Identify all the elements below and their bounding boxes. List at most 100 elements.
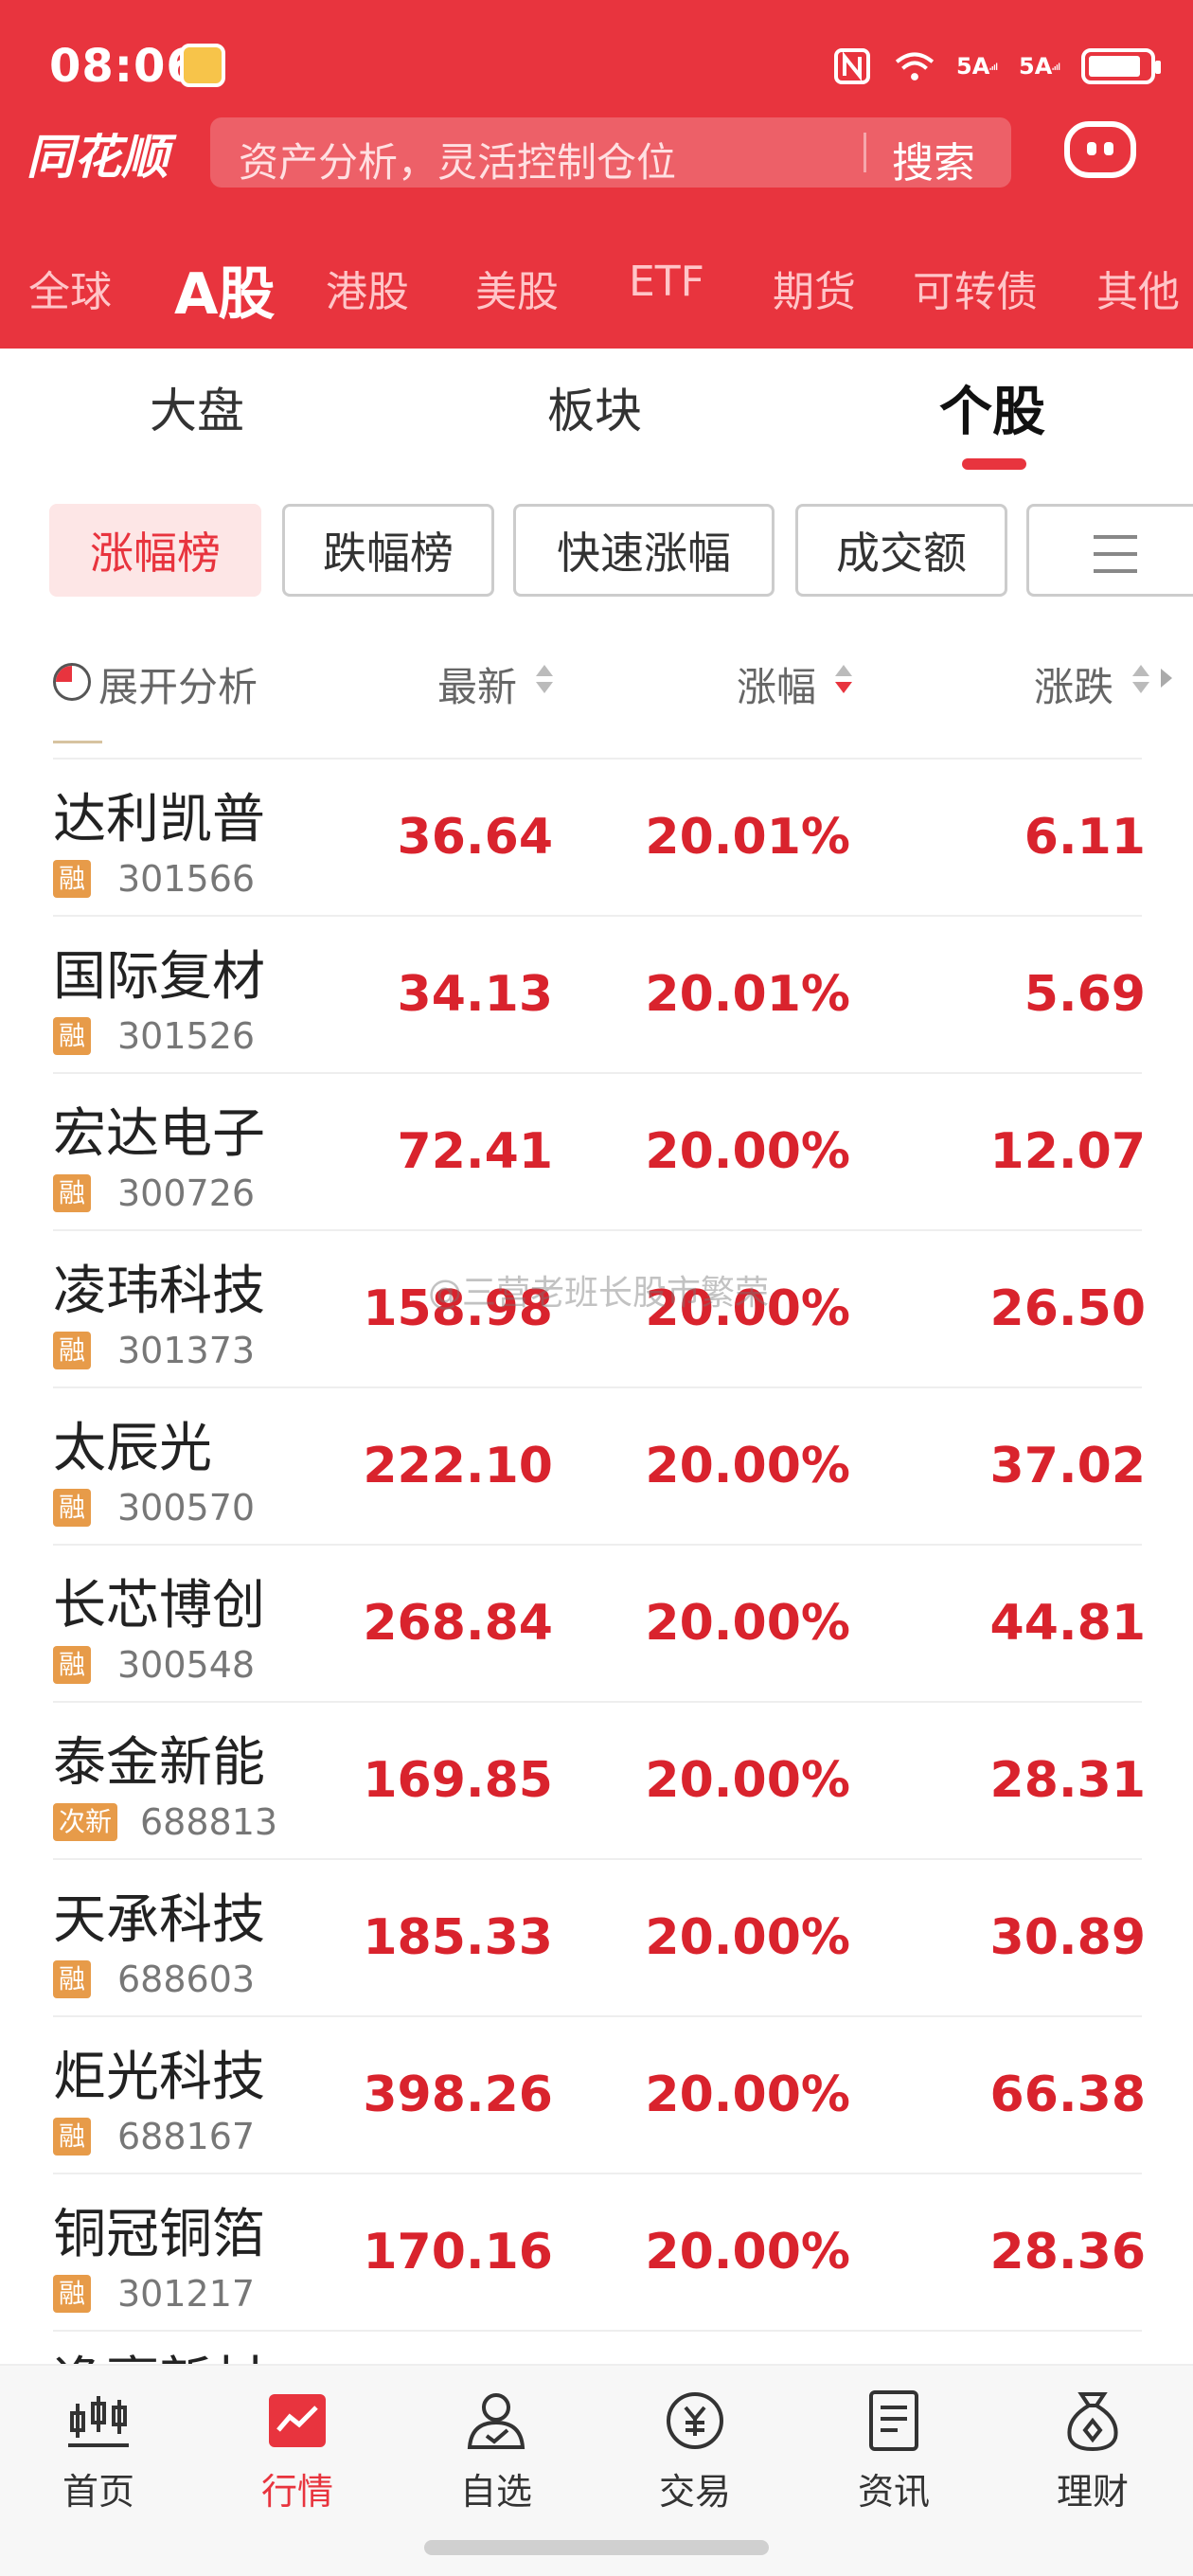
table-row[interactable]: 天承科技 融 688603 185.33 20.00% 30.89: [0, 1860, 1193, 2017]
tab-us-stocks[interactable]: 美股: [475, 258, 559, 318]
table-row[interactable]: 太辰光 融 300570 222.10 20.00% 37.02: [0, 1388, 1193, 1546]
nav-label: 首页: [62, 2471, 134, 2513]
nav-trade[interactable]: 交易: [629, 2390, 761, 2513]
stock-change: 28.31: [989, 1752, 1146, 1809]
market-tabs: 全球 A股 港股 美股 ETF 期货 可转债 其他: [0, 248, 1193, 328]
margin-badge: 融: [53, 1489, 92, 1527]
expand-analysis-label[interactable]: 展开分析: [98, 655, 258, 713]
tab-hk-stocks[interactable]: 港股: [326, 258, 409, 318]
stock-name: 长芯博创: [53, 1575, 265, 1637]
sort-change-pct-icon[interactable]: [835, 665, 852, 703]
table-row[interactable]: 国际复材 融 301526 34.13 20.01% 5.69: [0, 917, 1193, 1074]
stock-price: 185.33: [363, 1909, 553, 1966]
stock-code: 301373: [117, 1330, 256, 1371]
table-row[interactable]: 长芯博创 融 300548 268.84 20.00% 44.81: [0, 1546, 1193, 1703]
nav-home[interactable]: 首页: [32, 2390, 165, 2513]
table-row[interactable]: 泰金新能 次新 688813 169.85 20.00% 28.31: [0, 1703, 1193, 1860]
search-divider: [864, 133, 866, 172]
stock-change: 12.07: [989, 1123, 1146, 1180]
stock-change-pct: 20.00%: [645, 2066, 850, 2123]
tab-etf[interactable]: ETF: [629, 258, 704, 306]
tab-a-shares[interactable]: A股: [174, 248, 275, 331]
stock-change-pct: 20.00%: [645, 1123, 850, 1180]
stock-price: 170.16: [363, 2224, 553, 2281]
wifi-icon: [894, 45, 935, 87]
market-chart-icon: [269, 2394, 326, 2447]
table-row[interactable]: 达利凯普 融 301566 36.64 20.01% 6.11: [0, 760, 1193, 917]
tab-convertible-bonds[interactable]: 可转债: [913, 258, 1038, 318]
margin-badge: 融: [53, 1174, 92, 1212]
stock-change-pct: 20.00%: [645, 1438, 850, 1494]
column-change-pct[interactable]: 涨幅: [737, 655, 816, 713]
stock-code: 300548: [117, 1644, 256, 1686]
status-bar: 08:06 5A 5A: [0, 0, 1193, 123]
cellular-signal-icon-2: 5A: [1019, 45, 1060, 87]
expand-analysis-icon[interactable]: [53, 663, 91, 701]
nav-wealth[interactable]: 理财: [1026, 2390, 1159, 2513]
stock-change: 37.02: [989, 1438, 1146, 1494]
candlestick-icon: [68, 2396, 129, 2447]
yuan-coin-icon: [667, 2392, 723, 2449]
column-latest[interactable]: 最新: [437, 655, 517, 713]
tab-global[interactable]: 全球: [28, 258, 112, 318]
chip-fast-rising[interactable]: 快速涨幅: [513, 504, 775, 597]
tab-futures[interactable]: 期货: [773, 258, 856, 318]
search-placeholder: 资产分析，灵活控制仓位: [239, 139, 677, 186]
tab-market-overview[interactable]: 大盘: [150, 373, 244, 441]
sort-latest-icon[interactable]: [536, 665, 553, 703]
stock-name: 炬光科技: [53, 2047, 265, 2108]
stock-code: 300726: [117, 1172, 256, 1214]
nav-label: 交易: [658, 2471, 731, 2513]
stock-change-pct: 20.01%: [645, 966, 850, 1023]
battery-icon: [1081, 48, 1161, 84]
home-indicator[interactable]: [424, 2540, 769, 2555]
ranking-filters: 涨幅榜 跌幅榜 快速涨幅 成交额: [0, 504, 1193, 599]
nav-market[interactable]: 行情: [231, 2390, 364, 2513]
table-row[interactable]: 宏达电子 融 300726 72.41 20.00% 12.07: [0, 1074, 1193, 1231]
stock-price: 34.13: [397, 966, 553, 1023]
watermark: @三营老班长股市繁荣: [428, 1274, 770, 1313]
margin-badge: 融: [53, 1646, 92, 1684]
app-logo: 同花顺: [27, 130, 169, 185]
search-input[interactable]: 资产分析，灵活控制仓位 搜索: [210, 117, 1011, 188]
nav-label: 资讯: [857, 2471, 930, 2513]
stock-change-pct: 20.00%: [645, 1752, 850, 1809]
margin-badge: 融: [53, 860, 92, 898]
stock-change: 30.89: [989, 1909, 1146, 1966]
margin-badge: 融: [53, 2118, 92, 2156]
chip-turnover[interactable]: 成交额: [795, 504, 1007, 597]
stock-change-pct: 20.00%: [645, 1595, 850, 1652]
table-row[interactable]: 炬光科技 融 688167 398.26 20.00% 66.38: [0, 2017, 1193, 2174]
header-accent-line: [53, 741, 102, 743]
stock-change: 44.81: [989, 1595, 1146, 1652]
chip-top-losers[interactable]: 跌幅榜: [282, 504, 494, 597]
stock-code: 688167: [117, 2116, 256, 2157]
app-notification-icon: [180, 44, 225, 87]
stock-name: 太辰光: [53, 1418, 212, 1479]
stock-name: 宏达电子: [53, 1103, 265, 1165]
tab-sectors[interactable]: 板块: [547, 373, 642, 441]
chip-top-gainers[interactable]: 涨幅榜: [49, 504, 261, 597]
stock-price: 222.10: [363, 1438, 553, 1494]
stock-change: 66.38: [989, 2066, 1146, 2123]
assistant-robot-icon[interactable]: [1064, 121, 1136, 178]
tab-individual-stocks[interactable]: 个股: [939, 369, 1045, 446]
app-header: 08:06 5A 5A 同花顺 资产分析，灵活控制仓位 搜索 全球 A股 港股 …: [0, 0, 1193, 349]
nav-watchlist[interactable]: 自选: [430, 2390, 562, 2513]
tab-others[interactable]: 其他: [1096, 258, 1180, 318]
cellular-signal-icon: 5A: [956, 45, 998, 87]
nav-news[interactable]: 资讯: [828, 2390, 960, 2513]
status-icons: 5A 5A: [831, 45, 1161, 87]
scroll-right-icon[interactable]: [1161, 669, 1172, 688]
margin-badge: 融: [53, 1332, 92, 1369]
chip-more-container[interactable]: [1026, 504, 1193, 597]
sub-tabs: 大盘 板块 个股: [0, 349, 1193, 481]
column-change[interactable]: 涨跌: [1034, 655, 1113, 713]
table-row[interactable]: 铜冠铜箔 融 301217 170.16 20.00% 28.36: [0, 2174, 1193, 2332]
table-header: 展开分析 最新 涨幅 涨跌: [0, 644, 1193, 720]
stock-price: 72.41: [397, 1123, 553, 1180]
sort-change-icon[interactable]: [1132, 665, 1149, 703]
search-button[interactable]: 搜索: [892, 129, 975, 189]
stock-price: 36.64: [397, 809, 553, 866]
margin-badge: 融: [53, 1960, 92, 1998]
